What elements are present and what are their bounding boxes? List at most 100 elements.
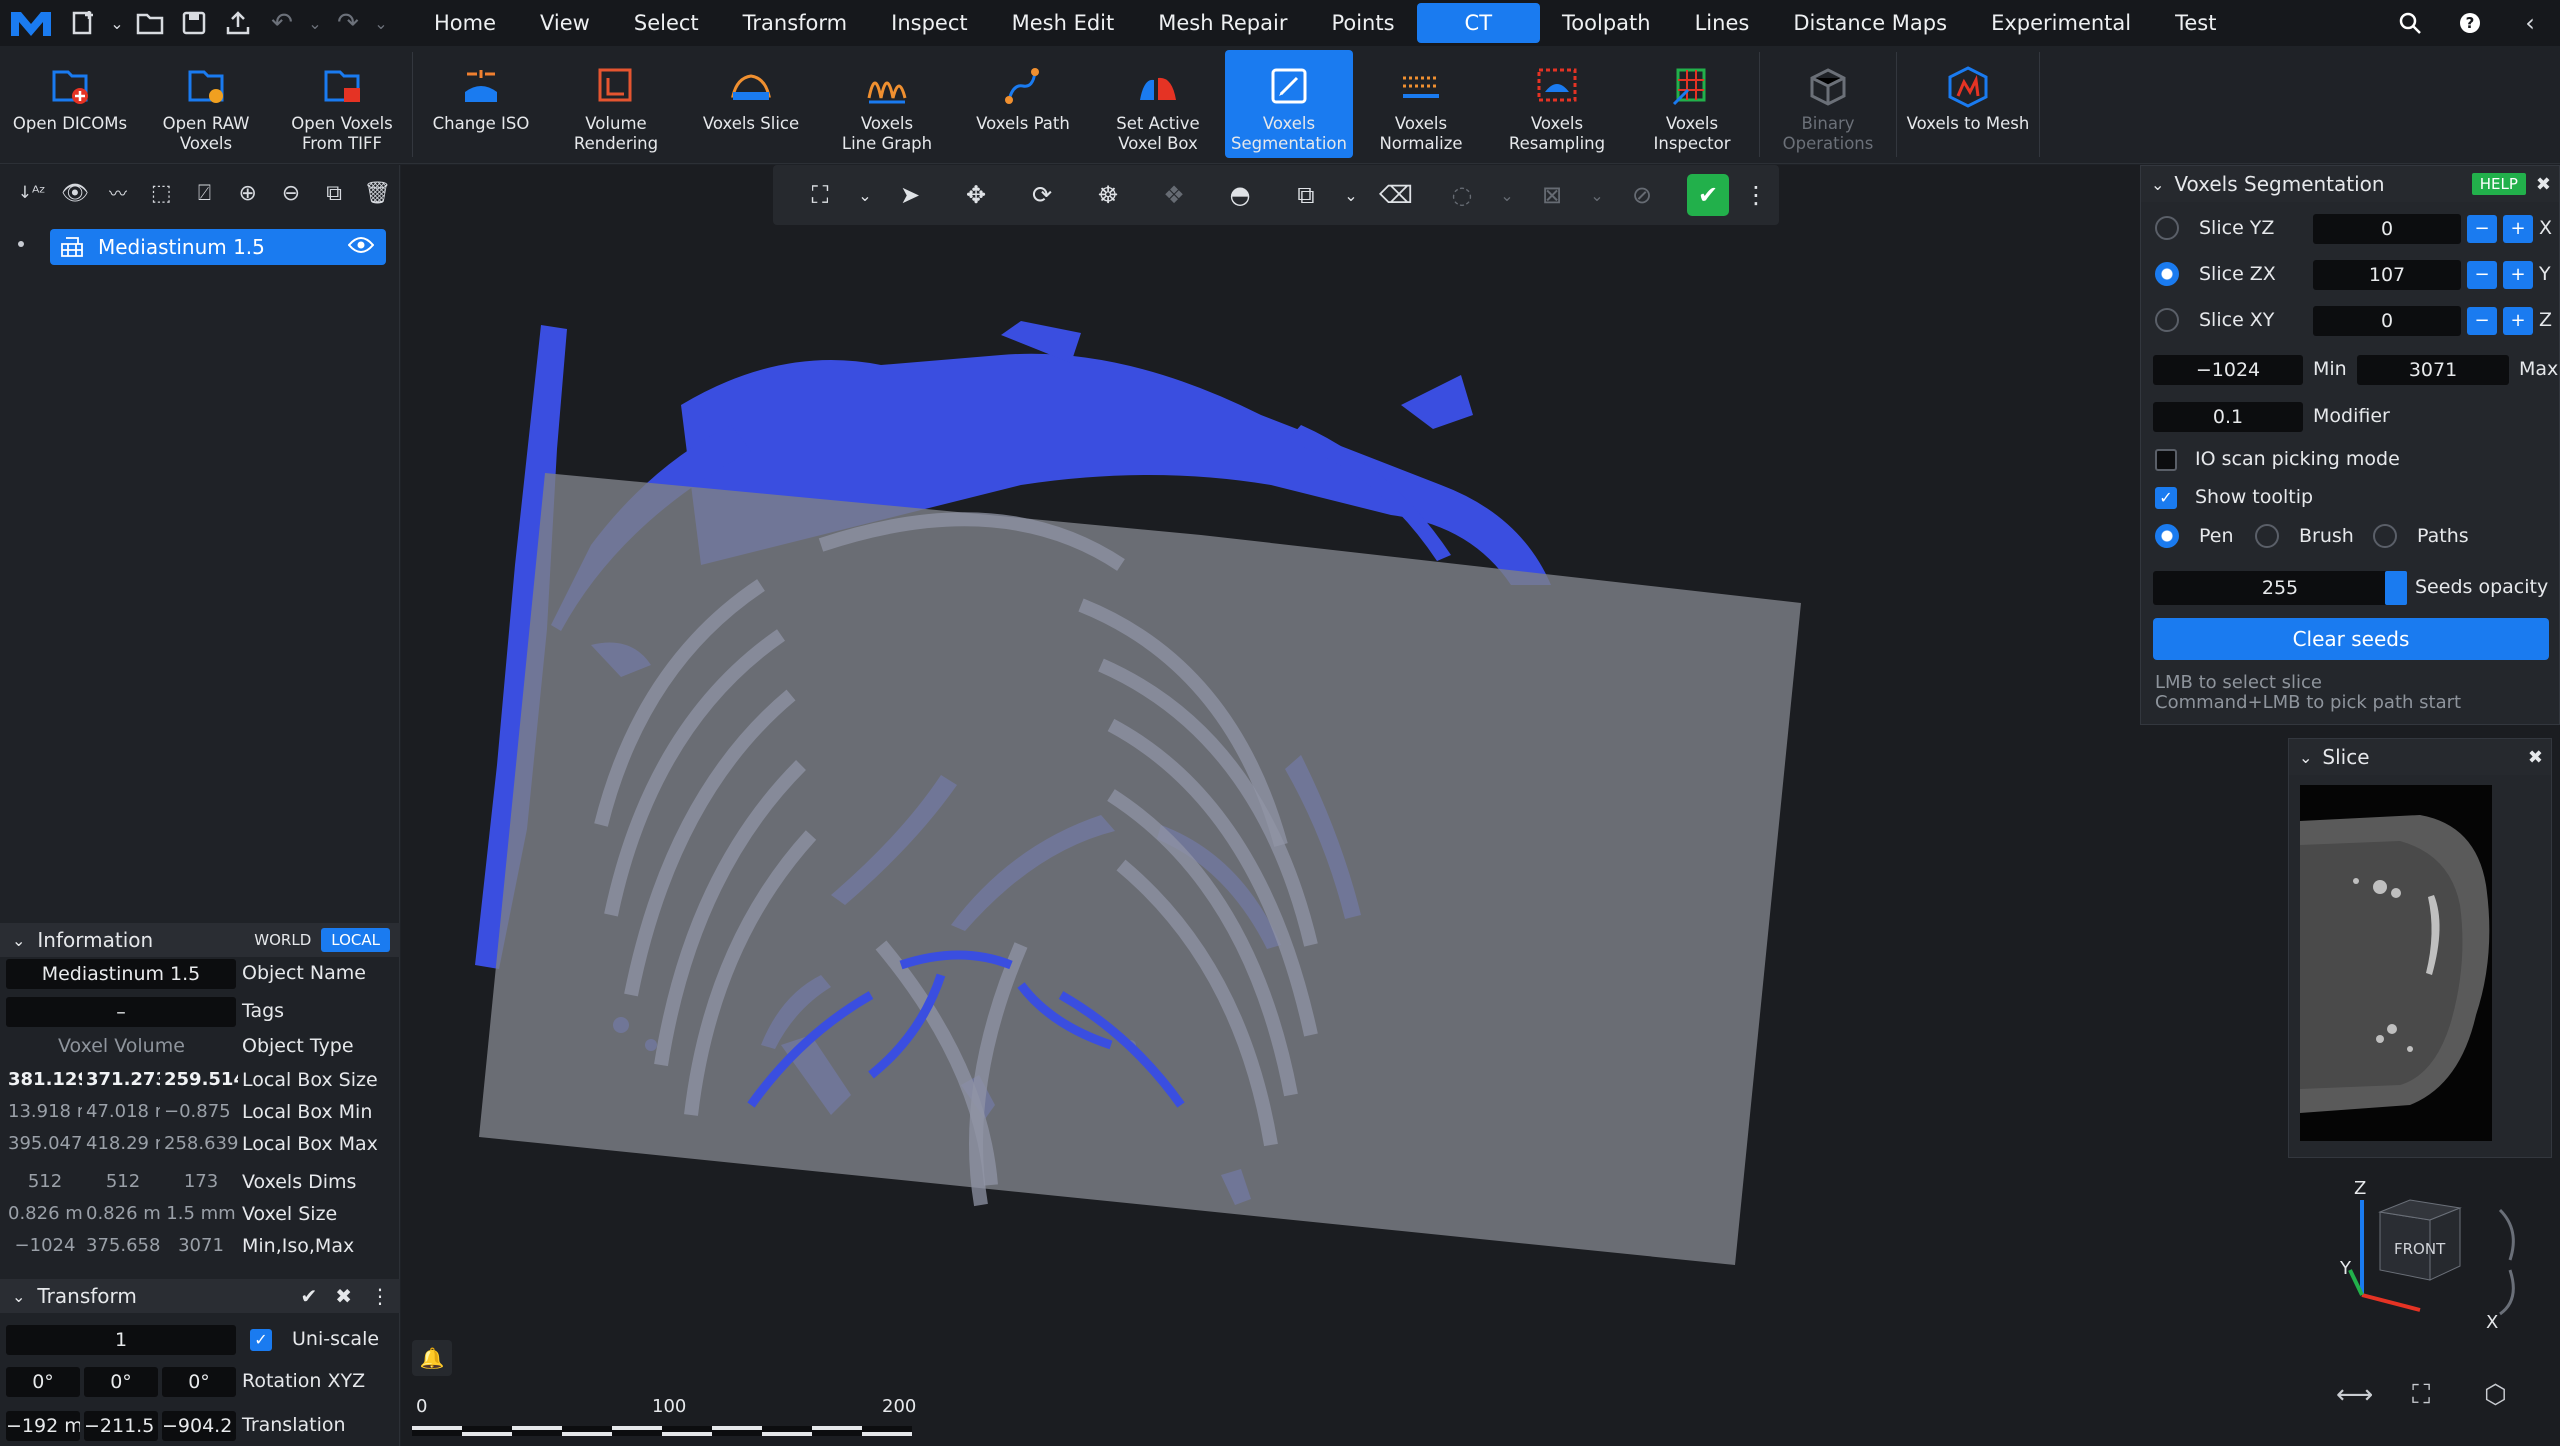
voxels-normalize-button[interactable]: Voxels Normalize — [1353, 46, 1489, 164]
sort-icon[interactable]: ↓ᴬᶻ — [10, 183, 53, 203]
undo-history-icon[interactable]: ⌄ — [304, 0, 326, 46]
slice-zx-radio[interactable] — [2155, 262, 2179, 286]
voxels-line-graph-button[interactable]: Voxels Line Graph — [819, 46, 955, 164]
menu-select[interactable]: Select — [612, 3, 721, 43]
menu-ct[interactable]: CT — [1416, 3, 1541, 43]
fit-view-icon[interactable]: ⛶ — [787, 181, 853, 209]
voxels-slice-button[interactable]: Voxels Slice — [683, 46, 819, 164]
box-select-icon[interactable]: ⊠ — [1519, 181, 1585, 209]
scale-field[interactable]: 1 — [6, 1325, 236, 1355]
help-badge[interactable]: HELP — [2471, 173, 2526, 195]
select-all-icon[interactable]: ⬚ — [140, 181, 183, 206]
close-icon[interactable]: ✖ — [2528, 747, 2543, 768]
menu-home[interactable]: Home — [412, 3, 518, 43]
slice-yz-decrement[interactable]: − — [2467, 215, 2497, 243]
rotation-x-field[interactable]: 0° — [6, 1367, 80, 1397]
app-logo[interactable] — [0, 0, 62, 46]
redo-icon[interactable]: ↷ — [326, 0, 370, 46]
trash-icon[interactable]: 🗑 — [356, 181, 399, 206]
group-icon[interactable]: ⧉ — [313, 181, 356, 206]
clipping-icon[interactable]: ◓ — [1207, 181, 1273, 209]
translation-y-field[interactable]: −211.5 n — [84, 1411, 158, 1441]
tags-field[interactable]: – — [6, 997, 236, 1027]
menu-view[interactable]: View — [518, 3, 612, 43]
slice-zx-value[interactable]: 107 — [2313, 260, 2461, 290]
move-up-icon[interactable]: ⊕ — [226, 181, 269, 206]
slice-yz-increment[interactable]: + — [2503, 215, 2533, 243]
open-voxels-from-tiff-button[interactable]: Open Voxels From TIFF — [272, 46, 412, 164]
slice-header[interactable]: ⌄ Slice ✖ — [2289, 739, 2551, 775]
slice-zx-decrement[interactable]: − — [2467, 261, 2497, 289]
menu-test[interactable]: Test — [2153, 3, 2238, 43]
close-icon[interactable]: ✖ — [2536, 174, 2551, 195]
io-scan-checkbox[interactable] — [2155, 449, 2177, 471]
notifications-bell-icon[interactable]: 🔔 — [412, 1340, 452, 1376]
eye-closed-icon[interactable]: 〰 — [96, 180, 139, 206]
translation-x-field[interactable]: −192 mr — [6, 1411, 80, 1441]
voxels-path-button[interactable]: Voxels Path — [955, 46, 1091, 164]
menu-points[interactable]: Points — [1309, 3, 1416, 43]
voxels-to-mesh-button[interactable]: Voxels to Mesh — [1897, 46, 2039, 164]
seeds-opacity-slider[interactable]: 255 — [2153, 571, 2407, 605]
rotate-cube-icon[interactable] — [2499, 1269, 2515, 1316]
check-icon[interactable]: ✔ — [300, 1284, 317, 1308]
information-header[interactable]: ⌄ Information WORLD LOCAL — [0, 923, 400, 957]
open-raw-voxels-button[interactable]: Open RAW Voxels — [140, 46, 272, 164]
slice-zx-increment[interactable]: + — [2503, 261, 2533, 289]
eraser-icon[interactable]: ⌫ — [1363, 181, 1429, 209]
scene-object-item[interactable]: Mediastinum 1.5 — [50, 229, 386, 265]
more-icon[interactable]: ⋮ — [1741, 181, 1771, 209]
paths-radio[interactable] — [2373, 524, 2397, 548]
select-cursor-icon[interactable]: ➤ — [877, 181, 943, 209]
slice-yz-value[interactable]: 0 — [2313, 214, 2461, 244]
voxels-segmentation-button[interactable]: Voxels Segmentation — [1225, 50, 1353, 158]
viewport-layout-icon[interactable]: ⧉ — [1273, 181, 1339, 209]
chevron-down-icon[interactable]: ⌄ — [1585, 186, 1609, 205]
transform-gizmo-icon[interactable]: ❖ — [1141, 181, 1207, 209]
ct-slice-image[interactable] — [2300, 785, 2492, 1141]
chevron-down-icon[interactable]: ⌄ — [853, 186, 877, 205]
change-iso-button[interactable]: Change ISO — [413, 46, 549, 164]
rotate-cube-icon[interactable] — [2498, 1208, 2515, 1261]
chevron-down-icon[interactable]: ⌄ — [1339, 186, 1363, 205]
max-field[interactable]: 3071 — [2357, 355, 2509, 385]
save-icon[interactable] — [172, 0, 216, 46]
search-icon[interactable] — [2380, 0, 2440, 46]
open-dicoms-button[interactable]: Open DICOMs — [0, 46, 140, 164]
chevron-down-icon[interactable]: ⌄ — [106, 0, 128, 46]
rotation-z-field[interactable]: 0° — [162, 1367, 236, 1397]
confirm-button[interactable]: ✔ — [1675, 174, 1741, 216]
show-tooltip-checkbox[interactable]: ✓ — [2155, 487, 2177, 509]
lasso-icon[interactable]: ◌ — [1429, 181, 1495, 209]
visibility-eye-icon[interactable] — [347, 237, 375, 257]
local-toggle[interactable]: LOCAL — [321, 928, 390, 952]
binary-operations-button[interactable]: Binary Operations — [1760, 46, 1896, 164]
seeds-opacity-handle[interactable] — [2385, 571, 2407, 605]
uniscale-checkbox[interactable]: ✓ — [250, 1329, 272, 1351]
transform-header[interactable]: ⌄ Transform ✔ ✖ ⋮ — [0, 1279, 400, 1313]
chevron-down-icon[interactable]: ⌄ — [1495, 186, 1519, 205]
translation-z-field[interactable]: −904.2 n — [162, 1411, 236, 1441]
object-name-field[interactable]: Mediastinum 1.5 — [6, 959, 236, 989]
menu-transform[interactable]: Transform — [721, 3, 869, 43]
world-toggle[interactable]: WORLD — [244, 928, 321, 952]
new-file-icon[interactable] — [62, 0, 106, 46]
menu-lines[interactable]: Lines — [1673, 3, 1772, 43]
disable-icon[interactable]: ⊘ — [1609, 181, 1675, 209]
fit-selection-icon[interactable]: ⛶ — [2412, 1380, 2430, 1411]
export-icon[interactable] — [216, 0, 260, 46]
help-icon[interactable]: ? — [2440, 0, 2500, 46]
menu-experimental[interactable]: Experimental — [1969, 3, 2153, 43]
more-icon[interactable]: ⋮ — [370, 1284, 390, 1308]
rotation-y-field[interactable]: 0° — [84, 1367, 158, 1397]
modifier-field[interactable]: 0.1 — [2153, 402, 2303, 432]
perspective-cube-icon[interactable]: ⬡ — [2484, 1380, 2507, 1410]
close-icon[interactable]: ✖ — [335, 1284, 352, 1308]
slice-xy-increment[interactable]: + — [2503, 307, 2533, 335]
brush-radio[interactable] — [2255, 524, 2279, 548]
ruler-icon[interactable]: ⟷ — [2336, 1380, 2373, 1410]
steering-icon[interactable]: ☸ — [1075, 181, 1141, 209]
move-down-icon[interactable]: ⊖ — [269, 181, 312, 206]
redo-history-icon[interactable]: ⌄ — [370, 0, 392, 46]
menu-mesh-edit[interactable]: Mesh Edit — [990, 3, 1137, 43]
